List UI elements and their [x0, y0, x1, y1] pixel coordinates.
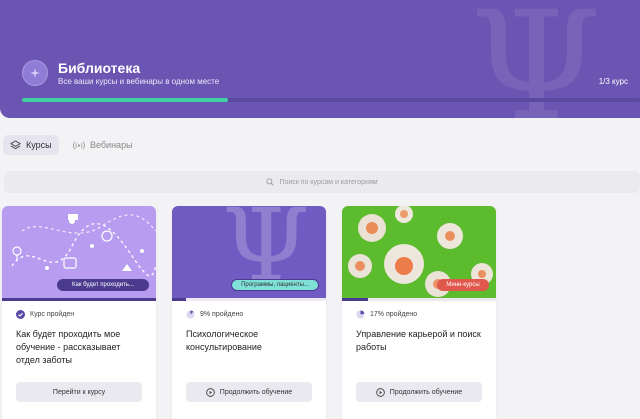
- tab-courses-label: Курсы: [26, 140, 52, 150]
- overall-progress-text: 1/3 курс: [598, 77, 628, 86]
- course-status: Курс пройден: [16, 310, 74, 319]
- sparkle-icon: [30, 68, 40, 78]
- continue-learning-button[interactable]: Продолжить обучение: [186, 382, 312, 402]
- course-category-badge: Как будет проходить...: [57, 279, 149, 291]
- course-progress-bar: [172, 298, 326, 301]
- overall-progress-fill: [22, 98, 228, 102]
- pie-progress-icon: [186, 310, 195, 319]
- continue-learning-button[interactable]: Продолжить обучение: [356, 382, 482, 402]
- tab-webinars-label: Вебинары: [90, 140, 133, 150]
- tab-courses[interactable]: Курсы: [3, 135, 59, 155]
- course-card-onboarding[interactable]: Как будет проходить... Курс пройден Как …: [2, 206, 156, 419]
- check-circle-icon: [16, 310, 25, 319]
- page-title: Библиотека: [58, 60, 141, 76]
- library-hero-banner: Ψ Библиотека Все ваши курсы и вебинары в…: [0, 0, 640, 118]
- go-to-course-label: Перейти к курсу: [52, 388, 106, 396]
- play-circle-icon: [375, 387, 385, 397]
- tab-webinars[interactable]: Вебинары: [66, 135, 140, 155]
- library-avatar: [22, 60, 48, 86]
- course-progress-fill: [2, 298, 156, 301]
- course-category-badge: Мини-курсы: [437, 279, 489, 291]
- pie-progress-icon: [356, 310, 365, 319]
- course-title[interactable]: Как будет проходить мое обучение - расск…: [16, 328, 146, 367]
- course-progress-bar: [342, 298, 496, 301]
- continue-learning-label: Продолжить обучение: [219, 388, 293, 396]
- course-progress-bar: [2, 298, 156, 301]
- continue-learning-label: Продолжить обучение: [389, 388, 463, 396]
- course-title[interactable]: Психологическое консультирование: [186, 328, 316, 354]
- search-input[interactable]: Поиск по курсам и категориям: [4, 171, 640, 193]
- go-to-course-button[interactable]: Перейти к курсу: [16, 382, 142, 402]
- course-status-text: Курс пройден: [30, 311, 75, 318]
- course-status: 9% пройдено: [186, 310, 243, 319]
- course-category-badge: Программы, пациенты...: [231, 279, 319, 291]
- course-card-career[interactable]: Мини-курсы 17% пройдено Управление карье…: [342, 206, 496, 419]
- course-cover-image: Мини-курсы: [342, 206, 496, 298]
- overall-progress-bar: [22, 98, 640, 102]
- play-circle-icon: [205, 387, 215, 397]
- course-status-text: 9% пройдено: [200, 311, 244, 318]
- course-status-text: 17% пройдено: [370, 311, 418, 318]
- page-subtitle: Все ваши курсы и вебинары в одном месте: [58, 77, 220, 86]
- course-cover-image: Ψ Программы, пациенты...: [172, 206, 326, 298]
- layers-icon: [10, 139, 21, 149]
- search-placeholder: Поиск по курсам и категориям: [279, 178, 378, 186]
- search-icon: [266, 178, 275, 186]
- course-status: 17% пройдено: [356, 310, 417, 319]
- broadcast-icon: [73, 140, 85, 150]
- course-cover-image: Как будет проходить...: [2, 206, 156, 298]
- course-card-counseling[interactable]: Ψ Программы, пациенты... 9% пройдено Пси…: [172, 206, 326, 419]
- course-progress-fill: [172, 298, 186, 301]
- course-title[interactable]: Управление карьерой и поиск работы: [356, 328, 486, 354]
- course-progress-fill: [342, 298, 369, 301]
